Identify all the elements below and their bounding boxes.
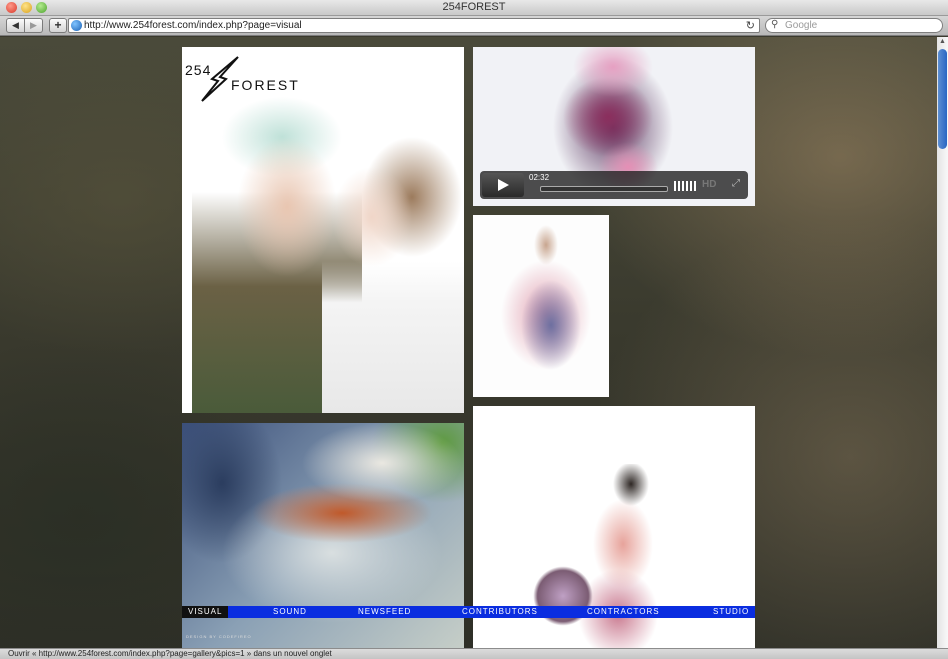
title-bar: 254FOREST — [0, 0, 948, 16]
address-url[interactable]: http://www.254forest.com/index.php?page=… — [84, 20, 302, 31]
video-player-controls: 02:32 HD ⤢ — [480, 171, 748, 199]
search-icon: ⚲ — [771, 19, 779, 30]
window-title: 254FOREST — [442, 1, 506, 13]
photo-woman — [322, 137, 464, 413]
video-progress-track[interactable] — [540, 186, 668, 192]
browser-window: 254FOREST ◀ ▶ + http://www.254forest.com… — [0, 0, 948, 659]
nav-contractors[interactable]: CONTRACTORS — [587, 606, 660, 618]
page-content: 254 FOREST 02:32 HD ⤢ DESIGN BY CODEFIRE… — [0, 37, 937, 648]
play-button[interactable] — [482, 173, 524, 197]
site-nav-bar: VISUAL SOUND NEWSFEED CONTRIBUTORS CONTR… — [182, 606, 755, 618]
scroll-up-icon[interactable]: ▲ — [939, 38, 946, 45]
gallery-tile-couple[interactable]: 254 FOREST — [182, 47, 464, 413]
nav-studio[interactable]: STUDIO — [713, 606, 749, 618]
gallery-tile-dancer[interactable] — [473, 215, 609, 397]
logo-word: FOREST — [231, 77, 300, 93]
status-bar: Ouvrir « http://www.254forest.com/index.… — [0, 648, 948, 659]
address-bar[interactable]: http://www.254forest.com/index.php?page=… — [68, 18, 760, 33]
vertical-scrollbar[interactable]: ▲ — [937, 37, 948, 648]
hd-toggle[interactable]: HD — [702, 179, 716, 190]
nav-contributors[interactable]: CONTRIBUTORS — [462, 606, 538, 618]
nav-sound[interactable]: SOUND — [273, 606, 307, 618]
add-bookmark-button[interactable]: + — [49, 18, 67, 33]
fullscreen-icon[interactable]: ⤢ — [732, 178, 740, 189]
status-text: Ouvrir « http://www.254forest.com/index.… — [8, 649, 332, 658]
design-credit: DESIGN BY CODEFIREO — [186, 634, 252, 639]
globe-icon — [71, 20, 82, 31]
volume-icon[interactable] — [674, 181, 698, 191]
play-icon — [498, 179, 509, 191]
nav-visual[interactable]: VISUAL — [182, 606, 229, 618]
browser-toolbar: ◀ ▶ + http://www.254forest.com/index.php… — [0, 16, 948, 36]
search-field[interactable]: ⚲ Google — [765, 18, 943, 33]
reload-icon[interactable]: ↻ — [746, 19, 755, 32]
video-time: 02:32 — [529, 173, 550, 182]
search-placeholder: Google — [785, 20, 818, 31]
photo-dancer-flowers — [491, 225, 601, 390]
scrollbar-thumb[interactable] — [938, 49, 947, 149]
forward-button[interactable]: ▶ — [25, 18, 43, 33]
logo-number: 254 — [185, 62, 212, 78]
nav-newsfeed[interactable]: NEWSFEED — [358, 606, 411, 618]
gallery-tile-video[interactable]: 02:32 HD ⤢ — [473, 47, 755, 206]
back-button[interactable]: ◀ — [6, 18, 25, 33]
